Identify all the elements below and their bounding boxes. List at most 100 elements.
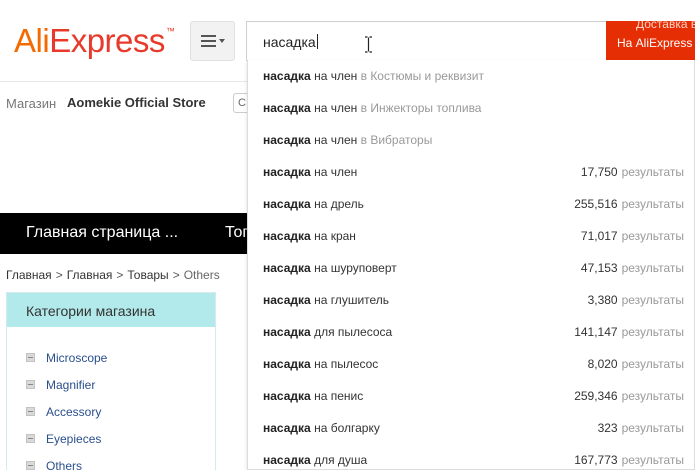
category-item-accessory[interactable]: Accessory [7, 398, 215, 425]
suggestion-query-match: насадка [263, 293, 311, 307]
result-number: 17,750 [580, 165, 618, 179]
suggestion-result-count: 255,516 результаты [574, 197, 684, 211]
suggestion-text: насадка на шуруповерт [263, 261, 397, 275]
suggestion-item[interactable]: насадка на дрель 255,516 результаты [248, 188, 695, 220]
hamburger-menu-icon [200, 35, 225, 47]
category-item-magnifier[interactable]: Magnifier [7, 371, 215, 398]
suggestion-text: насадка для душа [263, 453, 367, 467]
suggestion-item[interactable]: насадка на кран 71,017 результаты [248, 220, 695, 252]
category-label: Accessory [46, 404, 102, 419]
suggestion-category: в Вибраторы [360, 133, 433, 147]
breadcrumb-item-3[interactable]: Товары [127, 268, 168, 282]
result-word: результаты [621, 325, 684, 339]
text-cursor-icon [365, 36, 372, 53]
suggestion-result-count: 323 результаты [598, 421, 684, 435]
suggestion-item[interactable]: насадка на член 17,750 результаты [248, 156, 695, 188]
suggestion-query-match: насадка [263, 421, 311, 435]
suggestion-text: насадка на член в Вибраторы [263, 133, 432, 147]
store-name-link[interactable]: Aomekie Official Store [67, 95, 206, 110]
collapse-square-icon[interactable] [26, 353, 35, 362]
suggestion-item[interactable]: насадка на пенис 259,346 результаты [248, 380, 695, 412]
suggestion-item[interactable]: насадка на болгарку 323 результаты [248, 412, 695, 444]
search-button-line1: Доставка в [636, 21, 695, 31]
suggestion-query-match: насадка [263, 325, 311, 339]
category-label: Microscope [46, 350, 108, 365]
suggestion-completion: на кран [314, 229, 356, 243]
suggestion-category: в Костюмы и реквизит [360, 69, 484, 83]
result-word: результаты [621, 389, 684, 403]
suggestion-result-count: 17,750 результаты [581, 165, 684, 179]
nav-item-home[interactable]: Главная страница ... [26, 224, 178, 242]
suggestion-result-count: 47,153 результаты [581, 261, 684, 275]
suggestion-result-count: 8,020 результаты [588, 357, 684, 371]
suggestion-completion: на шуруповерт [314, 261, 397, 275]
suggestion-completion: на пенис [314, 389, 364, 403]
collapse-square-icon[interactable] [26, 407, 35, 416]
suggestion-item[interactable]: насадка на шуруповерт 47,153 результаты [248, 252, 695, 284]
logo-trademark: ™ [165, 26, 175, 36]
category-item-microscope[interactable]: Microscope [7, 344, 215, 371]
breadcrumb-item-1[interactable]: Главная [6, 268, 52, 282]
result-number: 323 [597, 421, 618, 435]
aliexpress-logo[interactable]: AliExpress™ [14, 22, 175, 60]
suggestion-text: насадка на глушитель [263, 293, 389, 307]
suggestion-query-match: насадка [263, 133, 311, 147]
suggestion-text: насадка на кран [263, 229, 356, 243]
suggestion-item[interactable]: насадка на член в Вибраторы [248, 124, 695, 156]
result-word: результаты [621, 165, 684, 179]
collapse-square-icon[interactable] [26, 434, 35, 443]
result-word: результаты [621, 261, 684, 275]
search-input[interactable]: насадка [246, 21, 608, 61]
suggestion-completion: на пылесос [314, 357, 379, 371]
suggestion-completion: для душа [314, 453, 368, 467]
result-number: 8,020 [587, 357, 618, 371]
suggestion-item[interactable]: насадка на член в Инжекторы топлива [248, 92, 695, 124]
search-suggestions-dropdown: насадка на член в Костюмы и реквизит наса… [247, 60, 695, 470]
suggestion-item[interactable]: насадка для пылесоса 141,147 результаты [248, 316, 695, 348]
category-item-others[interactable]: Others [7, 452, 215, 470]
suggestion-result-count: 3,380 результаты [588, 293, 684, 307]
categories-title: Категории магазина [7, 293, 215, 327]
suggestion-text: насадка на член в Инжекторы топлива [263, 101, 481, 115]
suggestion-result-count: 71,017 результаты [581, 229, 684, 243]
breadcrumb-item-2[interactable]: Главная [67, 268, 113, 282]
suggestion-text: насадка на дрель [263, 197, 364, 211]
result-word: результаты [621, 197, 684, 211]
suggestion-query-match: насадка [263, 165, 311, 179]
suggestion-query-match: насадка [263, 389, 311, 403]
suggestion-result-count: 259,346 результаты [574, 389, 684, 403]
suggestion-item[interactable]: насадка на глушитель 3,380 результаты [248, 284, 695, 316]
suggestion-completion: на дрель [314, 197, 364, 211]
suggestion-text: насадка на пенис [263, 389, 363, 403]
category-label: Others [46, 458, 83, 470]
suggestion-query-match: насадка [263, 229, 311, 243]
result-word: результаты [621, 357, 684, 371]
suggestion-result-count: 167,773 результаты [574, 453, 684, 467]
suggestion-query-match: насадка [263, 69, 311, 83]
search-value: насадка [263, 34, 316, 50]
breadcrumb-separator: > [55, 268, 63, 282]
logo-express: Express [49, 22, 165, 59]
result-word: результаты [621, 293, 684, 307]
suggestion-item[interactable]: насадка на пылесос 8,020 результаты [248, 348, 695, 380]
category-item-eyepieces[interactable]: Eyepieces [7, 425, 215, 452]
collapse-square-icon[interactable] [26, 380, 35, 389]
collapse-square-icon[interactable] [26, 461, 35, 470]
result-number: 3,380 [587, 293, 618, 307]
suggestion-item[interactable]: насадка на член в Костюмы и реквизит [248, 60, 695, 92]
suggestion-result-count: 141,147 результаты [574, 325, 684, 339]
result-word: результаты [621, 229, 684, 243]
suggestion-text: насадка на член [263, 165, 357, 179]
breadcrumb-separator: > [116, 268, 124, 282]
suggestion-item[interactable]: насадка для душа 167,773 результаты [248, 444, 695, 470]
result-number: 141,147 [574, 325, 618, 339]
suggestion-completion: на член [314, 101, 358, 115]
suggestion-text: насадка на член в Костюмы и реквизит [263, 69, 484, 83]
search-button[interactable]: Доставка в На AliExpress [606, 21, 695, 61]
suggestion-query-match: насадка [263, 357, 311, 371]
category-label: Eyepieces [46, 431, 102, 446]
suggestion-completion: для пылесоса [314, 325, 393, 339]
suggestion-text: насадка на болгарку [263, 421, 380, 435]
suggestion-category: в Инжекторы топлива [360, 101, 482, 115]
category-menu-button[interactable] [190, 21, 235, 61]
